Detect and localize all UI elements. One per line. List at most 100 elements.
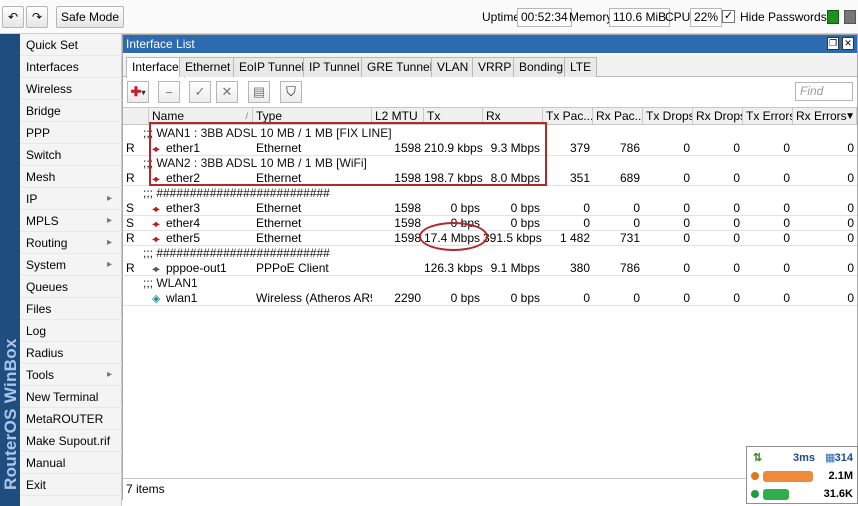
cell-tx: 126.3 kbps	[424, 261, 483, 276]
sidebar-item-tools[interactable]: Tools ▸	[20, 364, 122, 386]
sidebar-item-routing[interactable]: Routing ▸	[20, 232, 122, 254]
cell-rxd: 0	[693, 216, 743, 231]
sidebar-item-quick-set[interactable]: Quick Set	[20, 34, 122, 56]
tab-ethernet[interactable]: Ethernet	[179, 57, 237, 77]
check-icon: ✓	[194, 84, 206, 99]
cell-rxd: 0	[693, 291, 743, 306]
cell-txe-text: 0	[783, 231, 790, 245]
sidebar-item-new-terminal[interactable]: New Terminal	[20, 386, 122, 408]
table-row[interactable]: ◈ wlan1 Wireless (Atheros AR9... 2290 0 bps 0…	[123, 291, 857, 306]
sidebar-item-log[interactable]: Log	[20, 320, 122, 342]
uptime-value: 00:52:34	[517, 8, 572, 27]
tab-vlan[interactable]: VLAN	[431, 57, 475, 77]
table-row[interactable]: S ◂▸ ether3 Ethernet 1598 0 bps 0 bps 0 0 0 0 0 0	[123, 201, 857, 216]
sidebar-item-switch[interactable]: Switch	[20, 144, 122, 166]
column-header-rx-drops[interactable]: Rx Drops	[693, 108, 743, 125]
column-menu-icon[interactable]: ▼	[845, 111, 855, 122]
sidebar-item-make-supout-rif[interactable]: Make Supout.rif	[20, 430, 122, 452]
table-row[interactable]: R ◂▸ pppoe-out1 PPPoE Client 126.3 kbps 9.1 M…	[123, 261, 857, 276]
cell-txp: 0	[543, 201, 593, 216]
table-row[interactable]: R ◂▸ ether5 Ethernet 1598 17.4 Mbps 391.5 kbps…	[123, 231, 857, 246]
cell-rx-text: 0 bps	[510, 291, 540, 305]
cell-rxd-text: 0	[733, 291, 740, 305]
disable-button[interactable]: ✕	[216, 81, 238, 103]
sidebar-item-label: Quick Set	[26, 38, 79, 52]
cell-flag: R	[123, 261, 149, 276]
cell-flag-text: R	[126, 231, 135, 245]
cell-rxd-text: 0	[733, 141, 740, 155]
cell-flag-text: R	[126, 171, 135, 185]
cell-type: Ethernet	[253, 216, 372, 231]
cell-rxd-text: 0	[733, 201, 740, 215]
undo-button[interactable]: ↶	[2, 6, 24, 28]
column-header-rx-pac-[interactable]: Rx Pac...	[593, 108, 643, 125]
remove-button[interactable]: −	[158, 81, 180, 103]
cell-txp-text: 0	[583, 201, 590, 215]
column-header-label: Rx Pac...	[596, 109, 643, 123]
redo-button[interactable]: ↷	[26, 6, 48, 28]
column-header-tx-drops[interactable]: Tx Drops	[643, 108, 693, 125]
sidebar-item-metarouter[interactable]: MetaROUTER	[20, 408, 122, 430]
tab-eoip-tunnel[interactable]: EoIP Tunnel	[233, 57, 311, 77]
submenu-arrow-icon: ▸	[106, 237, 112, 248]
sidebar-item-ppp[interactable]: PPP	[20, 122, 122, 144]
table-row[interactable]: S ◂▸ ether4 Ethernet 1598 0 bps 0 bps 0 0 0 0 0 0	[123, 216, 857, 231]
close-icon[interactable]: ✕	[842, 37, 854, 50]
tab-bonding[interactable]: Bonding	[513, 57, 570, 77]
column-header-tx-pac-[interactable]: Tx Pac...	[543, 108, 593, 125]
sidebar-item-exit[interactable]: Exit	[20, 474, 122, 496]
safe-mode-button[interactable]: Safe Mode	[56, 6, 124, 28]
cell-rxe: 0	[793, 171, 857, 186]
sidebar-item-files[interactable]: Files	[20, 298, 122, 320]
cell-txe: 0	[743, 201, 793, 216]
cell-txd-text: 0	[683, 141, 690, 155]
cell-rx-text: 391.5 kbps	[483, 231, 542, 245]
filter-button[interactable]: ⛉	[280, 81, 302, 103]
sidebar-item-label: Routing	[26, 236, 68, 250]
sidebar-item-label: Log	[26, 324, 47, 338]
cell-rxe-text: 0	[847, 141, 854, 155]
tab-gre-tunnel[interactable]: GRE Tunnel	[361, 57, 439, 77]
cell-rxp-text: 786	[619, 261, 640, 275]
cell-rxe: 0	[793, 231, 857, 246]
enable-button[interactable]: ✓	[189, 81, 211, 103]
cell-rxe-text: 0	[847, 201, 854, 215]
tab-lte[interactable]: LTE	[564, 57, 598, 77]
upload-dot-icon	[751, 472, 759, 480]
column-header-flags[interactable]	[123, 108, 149, 125]
sidebar-item-interfaces[interactable]: Interfaces	[20, 56, 122, 78]
sidebar-item-manual[interactable]: Manual	[20, 452, 122, 474]
pppoe-icon: ◂▸	[152, 264, 160, 275]
cell-txp-text: 351	[569, 171, 590, 185]
tab-interface[interactable]: Interface	[126, 57, 185, 78]
restore-icon[interactable]: ❐	[827, 37, 839, 50]
hide-passwords-checkbox[interactable]: ✓	[722, 10, 735, 23]
sidebar-item-queues[interactable]: Queues	[20, 276, 122, 298]
note-icon: ▤	[252, 84, 266, 99]
cell-rxd: 0	[693, 171, 743, 186]
memory-value: 110.6 MiB	[609, 8, 671, 27]
tab-vrrp[interactable]: VRRP	[472, 57, 518, 77]
comment-button[interactable]: ▤	[248, 81, 270, 103]
add-button[interactable]: ✚ ▾	[127, 81, 149, 103]
download-bar	[763, 489, 789, 500]
sidebar-item-mpls[interactable]: MPLS ▸	[20, 210, 122, 232]
cell-rxp-text: 0	[633, 201, 640, 215]
column-header-label: Rx	[486, 109, 501, 123]
sidebar-item-ip[interactable]: IP ▸	[20, 188, 122, 210]
cell-l2mtu: 1598	[372, 231, 424, 246]
cell-name: ◂▸ ether4	[149, 216, 253, 231]
widget-ping-row: ⇅ 3ms ▦ 314	[751, 450, 855, 466]
tab-ip-tunnel[interactable]: IP Tunnel	[303, 57, 366, 77]
sidebar-item-radius[interactable]: Radius	[20, 342, 122, 364]
cell-txd-text: 0	[683, 201, 690, 215]
column-header-tx-errors[interactable]: Tx Errors	[743, 108, 793, 125]
sidebar-item-bridge[interactable]: Bridge	[20, 100, 122, 122]
cell-name-text: ether3	[166, 201, 201, 215]
sidebar-item-wireless[interactable]: Wireless	[20, 78, 122, 100]
cell-type-text: Ethernet	[256, 201, 302, 215]
cell-flag: R	[123, 231, 149, 246]
sidebar-item-system[interactable]: System ▸	[20, 254, 122, 276]
find-input[interactable]: Find	[795, 82, 853, 101]
sidebar-item-mesh[interactable]: Mesh	[20, 166, 122, 188]
